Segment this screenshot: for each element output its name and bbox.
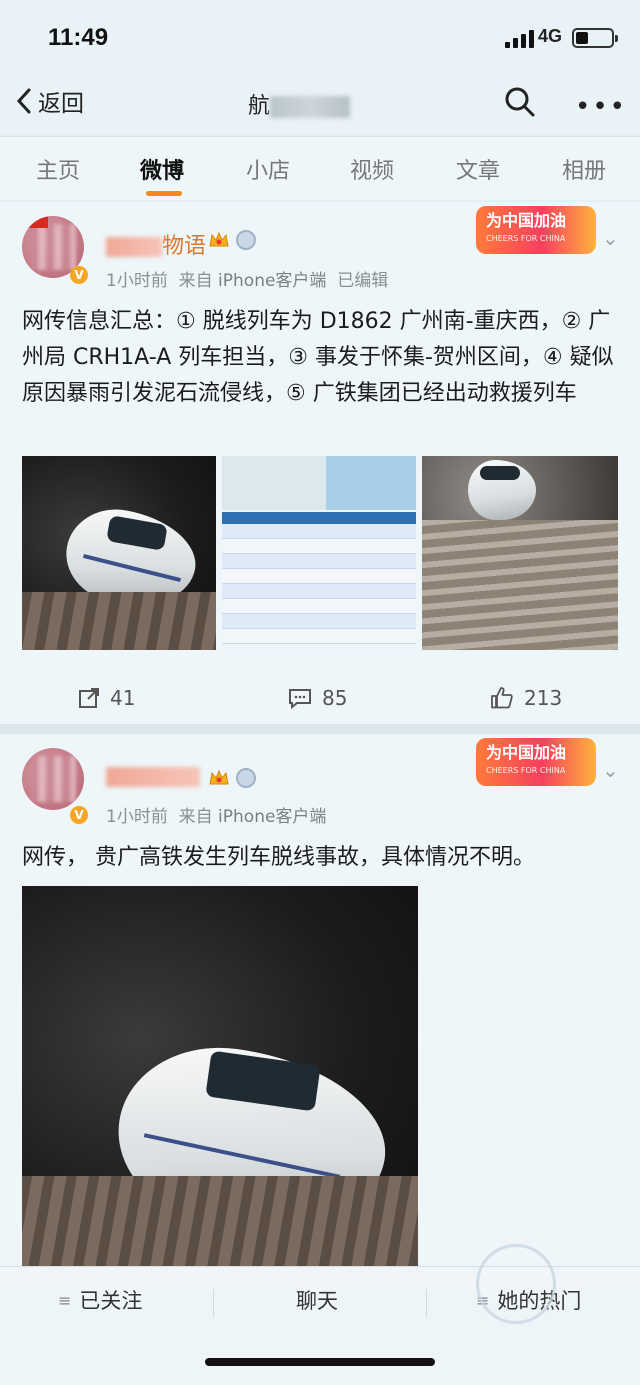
medal-icon [236, 230, 256, 250]
promo-badge[interactable]: 为中国加油 CHEERS FOR CHINA [476, 206, 596, 254]
repost-button[interactable]: 41 [78, 686, 135, 710]
post-text: 网传信息汇总：① 脱线列车为 D1862 广州南-重庆西，② 广州局 CRH1A… [22, 309, 614, 406]
repost-count: 41 [110, 686, 136, 710]
username[interactable]: 物语 [106, 228, 206, 260]
menu-icon: ≡ [58, 1290, 72, 1310]
redacted-username [106, 237, 162, 257]
like-count: 213 [524, 686, 563, 710]
tab-video[interactable]: 视频 [350, 153, 394, 185]
chevron-down-icon[interactable]: ⌄ [602, 758, 619, 782]
more-button[interactable]: ••• [575, 92, 627, 122]
chat-button[interactable]: 聊天 [296, 1285, 338, 1315]
comment-count: 85 [322, 686, 348, 710]
medal-icon [236, 768, 256, 788]
comment-button[interactable]: 85 [288, 686, 347, 710]
share-icon [79, 688, 99, 708]
avatar[interactable] [22, 748, 84, 810]
active-tab-indicator [146, 191, 182, 196]
post-image-route-table[interactable] [222, 456, 416, 650]
back-label: 返回 [38, 91, 84, 117]
verified-badge-icon: V [70, 806, 88, 824]
post-card[interactable]: V 物语 1小时前 来自 iPhone客户端 已编辑 为中国加油 CHEERS … [0, 202, 640, 724]
post-meta: 1小时前 来自 iPhone客户端 已编辑 [106, 271, 389, 291]
tab-shop[interactable]: 小店 [246, 153, 290, 185]
comment-icon [289, 689, 311, 709]
post-actions: 41 85 213 [0, 678, 640, 718]
post-card[interactable]: V 1小时前 来自 iPhone客户端 为中国加油 CHEERS FOR CHI… [0, 734, 640, 1294]
redacted-title [270, 96, 351, 118]
chevron-down-icon[interactable]: ⌄ [602, 226, 619, 250]
post-separator [0, 724, 640, 734]
tab-weibo[interactable]: 微博 [140, 153, 184, 185]
promo-badge[interactable]: 为中国加油 CHEERS FOR CHINA [476, 738, 596, 786]
nav-title: 航 [248, 88, 351, 120]
profile-tabs: 主页 微博 小店 视频 文章 相册 [0, 136, 640, 200]
like-button[interactable]: 213 [490, 686, 562, 710]
search-icon [505, 87, 535, 117]
flag-icon [22, 216, 48, 228]
battery-icon [572, 28, 618, 48]
tab-articles[interactable]: 文章 [456, 153, 500, 185]
signal-icon [505, 30, 534, 48]
tab-album[interactable]: 相册 [562, 153, 606, 185]
network-label: 4G [538, 26, 563, 46]
home-indicator[interactable] [205, 1358, 435, 1366]
status-bar: 11:49 4G [0, 0, 640, 72]
crown-icon [209, 769, 229, 785]
chevron-left-icon [16, 88, 31, 114]
followed-button[interactable]: ≡ 已关注 [58, 1285, 142, 1315]
post-text: 网传， 贵广高铁发生列车脱线事故，具体情况不明。 [22, 845, 535, 870]
post-meta: 1小时前 来自 iPhone客户端 [106, 807, 327, 827]
watermark-logo [476, 1244, 556, 1324]
more-icon: ••• [575, 92, 628, 122]
search-button[interactable] [504, 86, 536, 122]
tab-home[interactable]: 主页 [36, 153, 80, 185]
back-button[interactable]: 返回 [16, 84, 84, 118]
verified-badge-icon: V [70, 266, 88, 284]
post-image-train-large[interactable] [22, 886, 418, 1266]
post-image-train[interactable] [22, 456, 216, 650]
redacted-username [106, 767, 200, 787]
status-time: 11:49 [48, 24, 109, 51]
nav-bar: 返回 航 ••• [0, 72, 640, 134]
crown-icon [209, 231, 229, 247]
nav-title-text: 航 [248, 94, 271, 119]
post-image-tracks[interactable] [422, 456, 618, 650]
username[interactable] [106, 764, 200, 789]
thumbs-up-icon [491, 687, 513, 709]
